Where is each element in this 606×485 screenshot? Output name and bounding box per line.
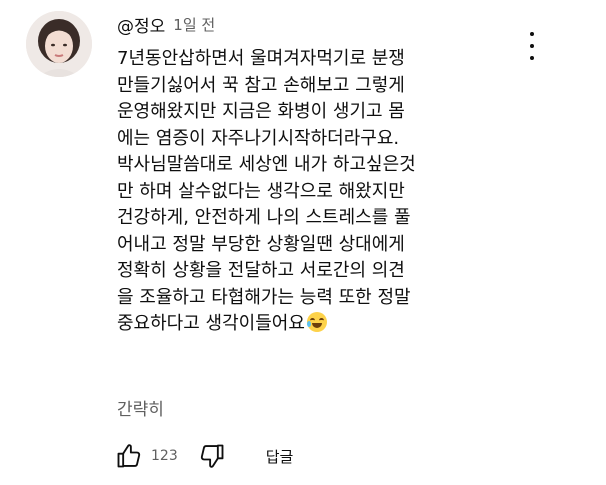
comment-line: 건강하게, 안전하게 나의 스트레스를 풀 <box>117 207 411 228</box>
comment-line: 박사님말씀대로 세상엔 내가 하고싶은것 <box>117 154 416 175</box>
like-count: 123 <box>151 448 178 464</box>
comment-line-last: 중요하다고 생각이들어요 <box>117 311 517 338</box>
thumbs-down-icon[interactable] <box>196 440 228 472</box>
comment-line: 정확히 상황을 전달하고 서로간의 의견 <box>117 260 405 281</box>
avatar-image <box>26 11 92 77</box>
read-less-button[interactable]: 간략히 <box>117 395 164 420</box>
comment-author[interactable]: @정오 <box>117 12 165 37</box>
avatar[interactable] <box>26 11 92 77</box>
comment-timestamp[interactable]: 1일 전 <box>173 14 215 35</box>
kebab-dot <box>530 32 534 36</box>
comment-line-text: 중요하다고 생각이들어요 <box>117 313 305 334</box>
kebab-dot <box>530 56 534 60</box>
comment-line: 어내고 정말 부당한 상황일땐 상대에게 <box>117 233 405 255</box>
comment-text: 7년동안삽하면서 울며겨자먹기로 분쟁 만들기싫어서 꾹 참고 손해보고 그렇게… <box>117 46 517 338</box>
reply-button[interactable]: 답글 <box>266 446 294 467</box>
comment-line: 을 조율하고 타협해가는 능력 또한 정말 <box>117 286 411 308</box>
kebab-menu-icon[interactable] <box>520 32 544 60</box>
comment-line: 만 하며 살수없다는 생각으로 해왔지만 <box>117 180 405 202</box>
comment-line: 만들기싫어서 꾹 참고 손해보고 그렇게 <box>117 74 405 96</box>
comment-header: @정오 1일 전 <box>117 12 215 37</box>
thumbs-up-icon[interactable] <box>113 440 145 472</box>
comment-line: 운영해왔지만 지금은 화병이 생기고 몸 <box>117 101 405 122</box>
kebab-dot <box>530 44 534 48</box>
comment-line: 7년동안삽하면서 울며겨자먹기로 분쟁 <box>117 48 405 69</box>
comment-actions: 123 답글 <box>113 439 293 473</box>
laughing-emoji-icon <box>306 312 327 332</box>
comment-line: 에는 염증이 자주나기시작하더라구요. <box>117 127 400 149</box>
